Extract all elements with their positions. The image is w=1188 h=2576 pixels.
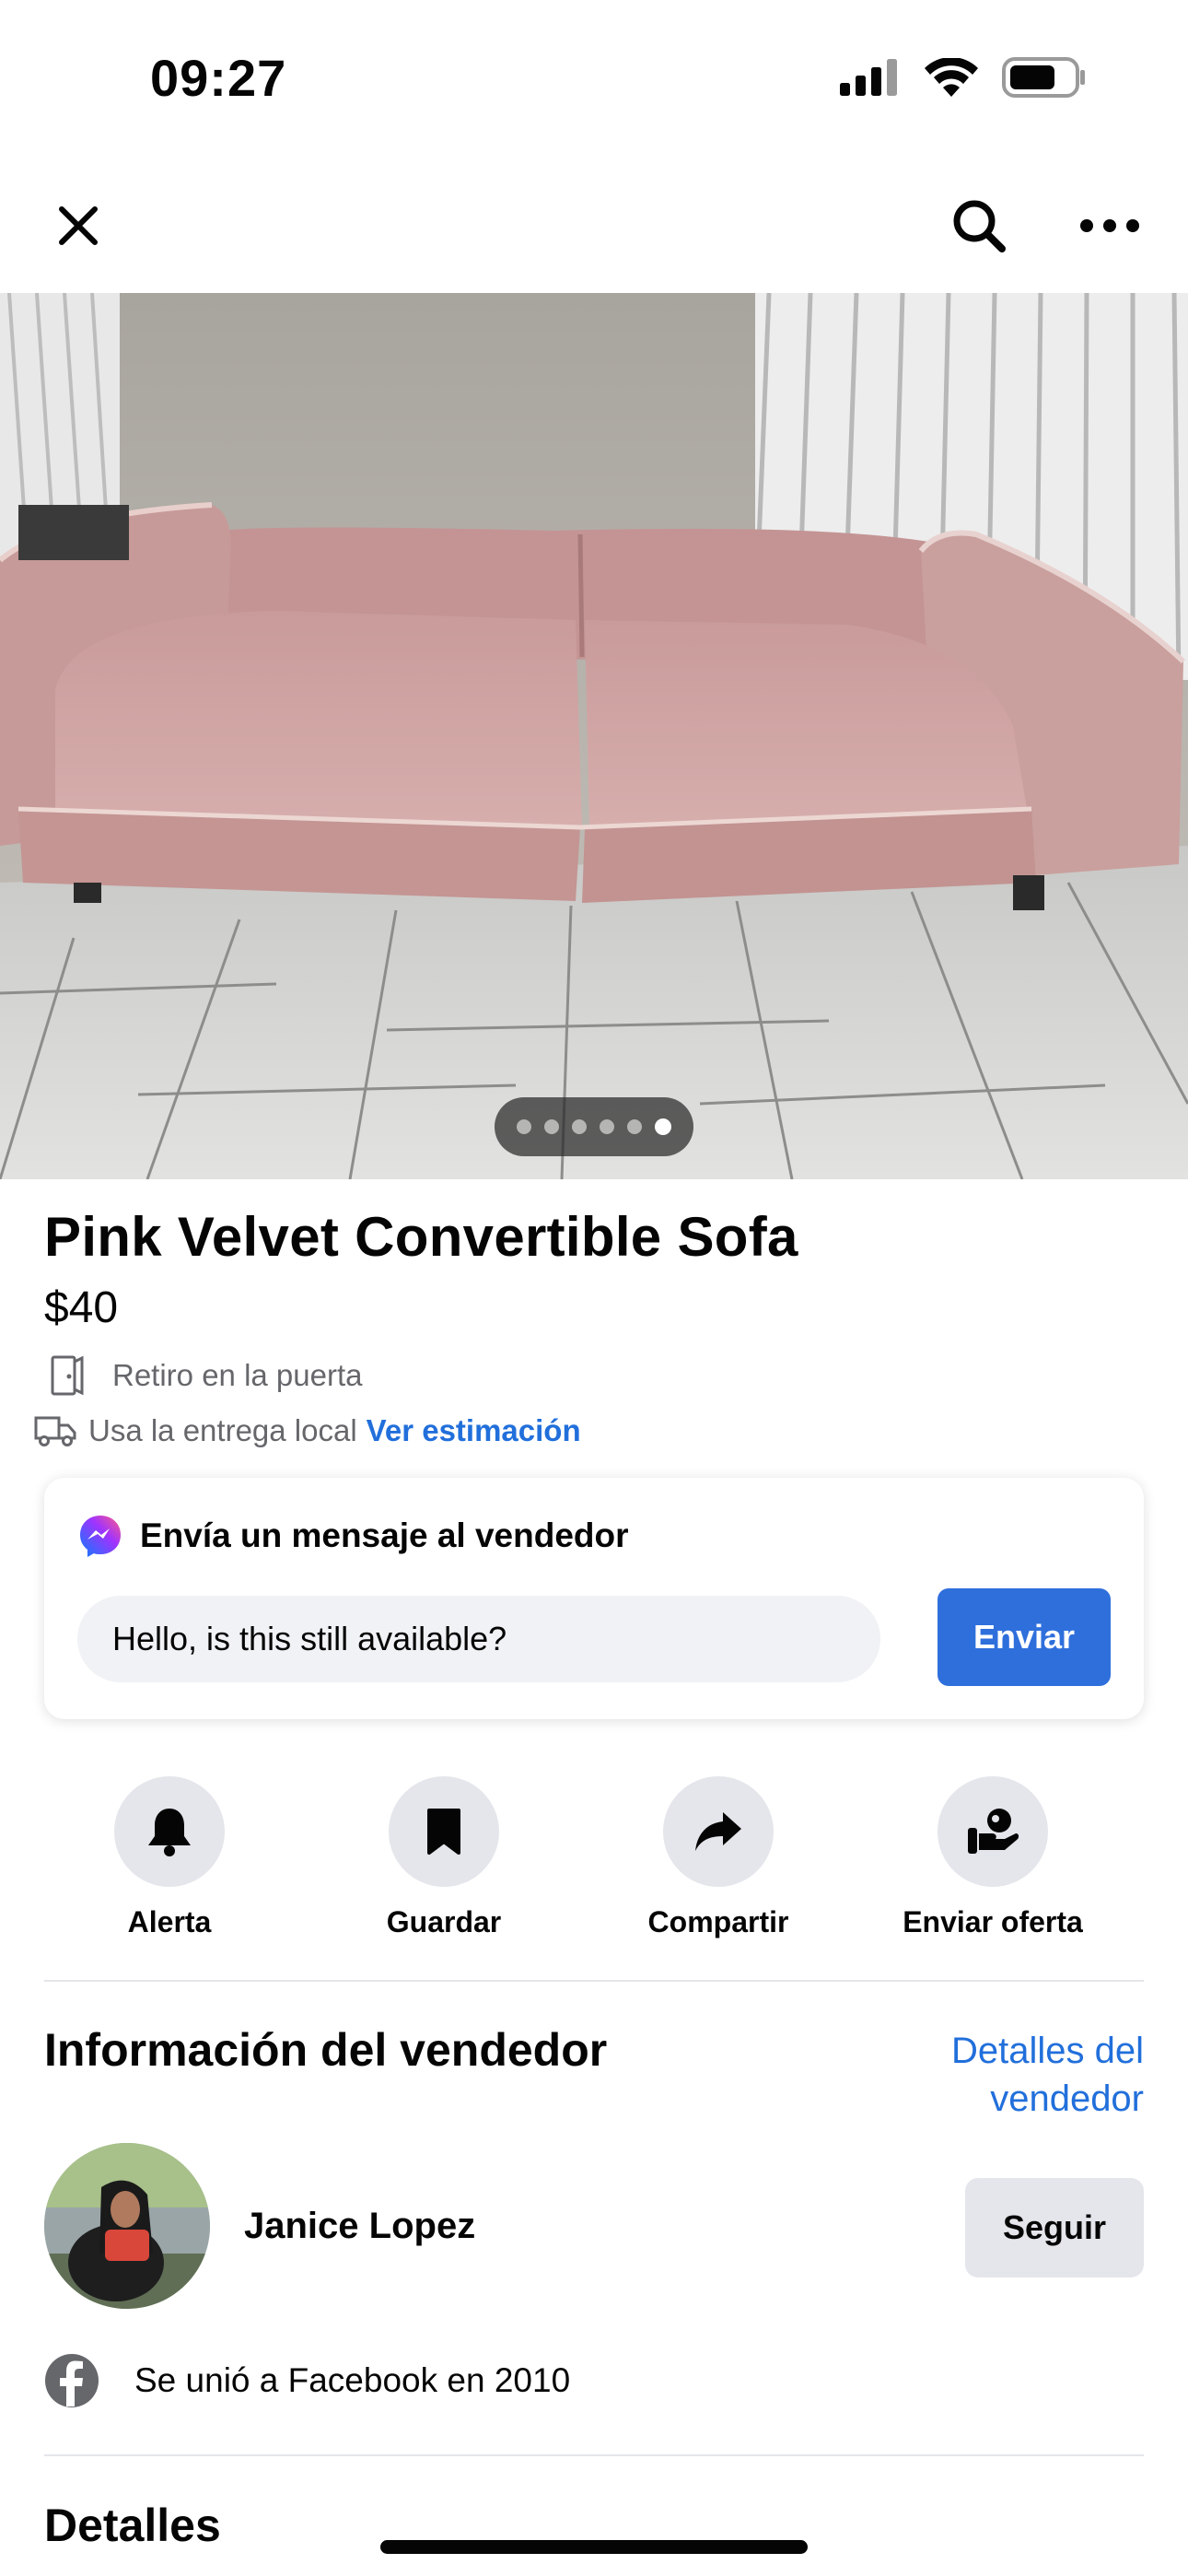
close-icon [59, 206, 98, 245]
pagination-dot[interactable] [627, 1119, 642, 1134]
seller-details-link-line1[interactable]: Detalles del [951, 2027, 1144, 2075]
share-action[interactable]: Compartir [599, 1776, 838, 1939]
joined-row: Se unió a Facebook en 2010 [44, 2353, 570, 2408]
search-button[interactable] [928, 175, 1030, 276]
divider [44, 2454, 1144, 2456]
pagination-dot[interactable] [572, 1119, 587, 1134]
search-icon [953, 200, 1006, 252]
messenger-icon [80, 1516, 121, 1557]
seller-details-link-line2[interactable]: vendedor [951, 2075, 1144, 2123]
truck-icon [34, 1416, 76, 1446]
alert-label: Alerta [127, 1905, 212, 1938]
pickup-label: Retiro en la puerta [112, 1358, 363, 1392]
message-seller-card: Envía un mensaje al vendedor Enviar [44, 1478, 1144, 1719]
close-button[interactable] [28, 175, 129, 276]
share-icon [695, 1812, 741, 1851]
seller-name[interactable]: Janice Lopez [244, 2206, 475, 2247]
message-input[interactable] [77, 1596, 880, 1682]
facebook-icon [45, 2354, 99, 2407]
alert-button[interactable] [114, 1776, 225, 1887]
message-heading: Envía un mensaje al vendedor [77, 1513, 629, 1559]
offer-label: Enviar oferta [903, 1905, 1083, 1938]
follow-button[interactable]: Seguir [965, 2178, 1144, 2277]
seller-avatar[interactable] [44, 2143, 210, 2309]
send-button[interactable]: Enviar [938, 1588, 1111, 1686]
signal-icon [840, 59, 897, 96]
delivery-estimate-link[interactable]: Ver estimación [367, 1413, 581, 1448]
top-navigation [0, 175, 1188, 286]
message-heading-text: Envía un mensaje al vendedor [140, 1516, 629, 1554]
details-section-title: Detalles [44, 2500, 221, 2551]
pagination-dot[interactable] [544, 1119, 559, 1134]
more-icon [1080, 219, 1139, 232]
save-button[interactable] [389, 1776, 499, 1887]
pagination-dot[interactable] [517, 1119, 531, 1134]
alert-action[interactable]: Alerta [50, 1776, 289, 1939]
divider [44, 1980, 1144, 1982]
save-label: Guardar [386, 1905, 502, 1938]
battery-icon [1002, 57, 1085, 98]
action-bar: Alerta Guardar Compartir Enviar oferta [44, 1776, 1144, 1951]
sofa-photo [0, 293, 1188, 1179]
pickup-row: Retiro en la puerta [50, 1354, 363, 1397]
share-button[interactable] [663, 1776, 774, 1887]
status-bar: 09:27 [0, 0, 1188, 157]
share-label: Compartir [647, 1905, 789, 1938]
seller-section-title: Información del vendedor [44, 2024, 608, 2076]
offer-icon [968, 1809, 1019, 1854]
joined-text: Se unió a Facebook en 2010 [134, 2361, 571, 2399]
offer-action[interactable]: Enviar oferta [873, 1776, 1112, 1939]
avatar-photo [44, 2143, 210, 2309]
pagination-dot-active[interactable] [655, 1118, 671, 1135]
seller-details-link[interactable]: Detalles del vendedor [951, 2027, 1144, 2123]
more-options-button[interactable] [1059, 175, 1160, 276]
save-action[interactable]: Guardar [324, 1776, 564, 1939]
door-icon [51, 1355, 84, 1396]
listing-photo[interactable] [0, 293, 1188, 1179]
bell-icon [148, 1809, 191, 1856]
status-icons [840, 57, 1087, 98]
offer-button[interactable] [938, 1776, 1048, 1887]
listing-title: Pink Velvet Convertible Sofa [44, 1206, 798, 1268]
bookmark-icon [427, 1809, 460, 1855]
status-time: 09:27 [150, 49, 287, 107]
delivery-label: Usa la entrega local [88, 1413, 357, 1447]
pagination-dot[interactable] [600, 1119, 614, 1134]
wifi-icon [925, 58, 978, 97]
photo-pagination[interactable] [495, 1097, 693, 1156]
listing-price: $40 [44, 1283, 119, 1332]
delivery-row: Usa la entrega local Ver estimación [33, 1413, 581, 1448]
home-indicator[interactable] [380, 2540, 808, 2554]
